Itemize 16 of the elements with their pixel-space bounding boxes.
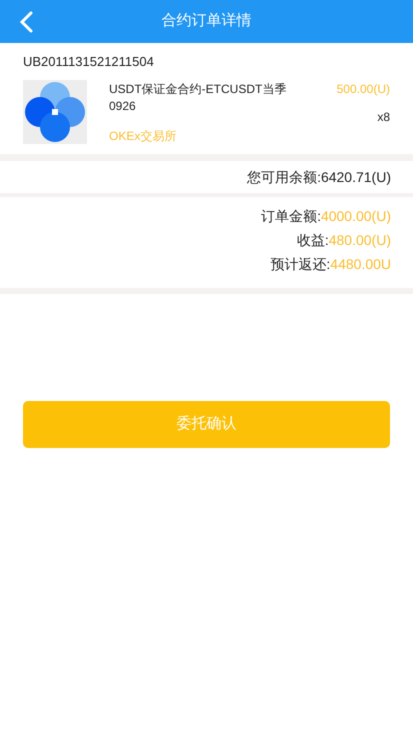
- product-name: USDT保证金合约-ETCUSDT当季0926: [109, 81, 288, 115]
- back-icon: [19, 11, 33, 33]
- order-number: UB2011131521211504: [23, 53, 155, 71]
- summary-label: 预计返还:: [270, 255, 330, 274]
- unit-price: 500.00(U): [336, 81, 390, 98]
- summary-label: 收益:: [296, 231, 329, 250]
- summary-value: 480.00(U): [328, 231, 391, 250]
- page-title: 合约订单详情: [162, 11, 252, 32]
- exchange-name: OKEx交易所: [109, 128, 178, 144]
- confirm-button[interactable]: 委托确认: [23, 401, 390, 448]
- available-balance: 您可用余额:6420.71(U): [247, 168, 391, 187]
- summary-value: 4000.00(U): [320, 207, 391, 226]
- quantity: x8: [377, 109, 390, 126]
- exchange-logo: [23, 80, 87, 144]
- summary-label: 订单金额:: [261, 207, 321, 226]
- summary-value: 4480.00U: [330, 255, 391, 274]
